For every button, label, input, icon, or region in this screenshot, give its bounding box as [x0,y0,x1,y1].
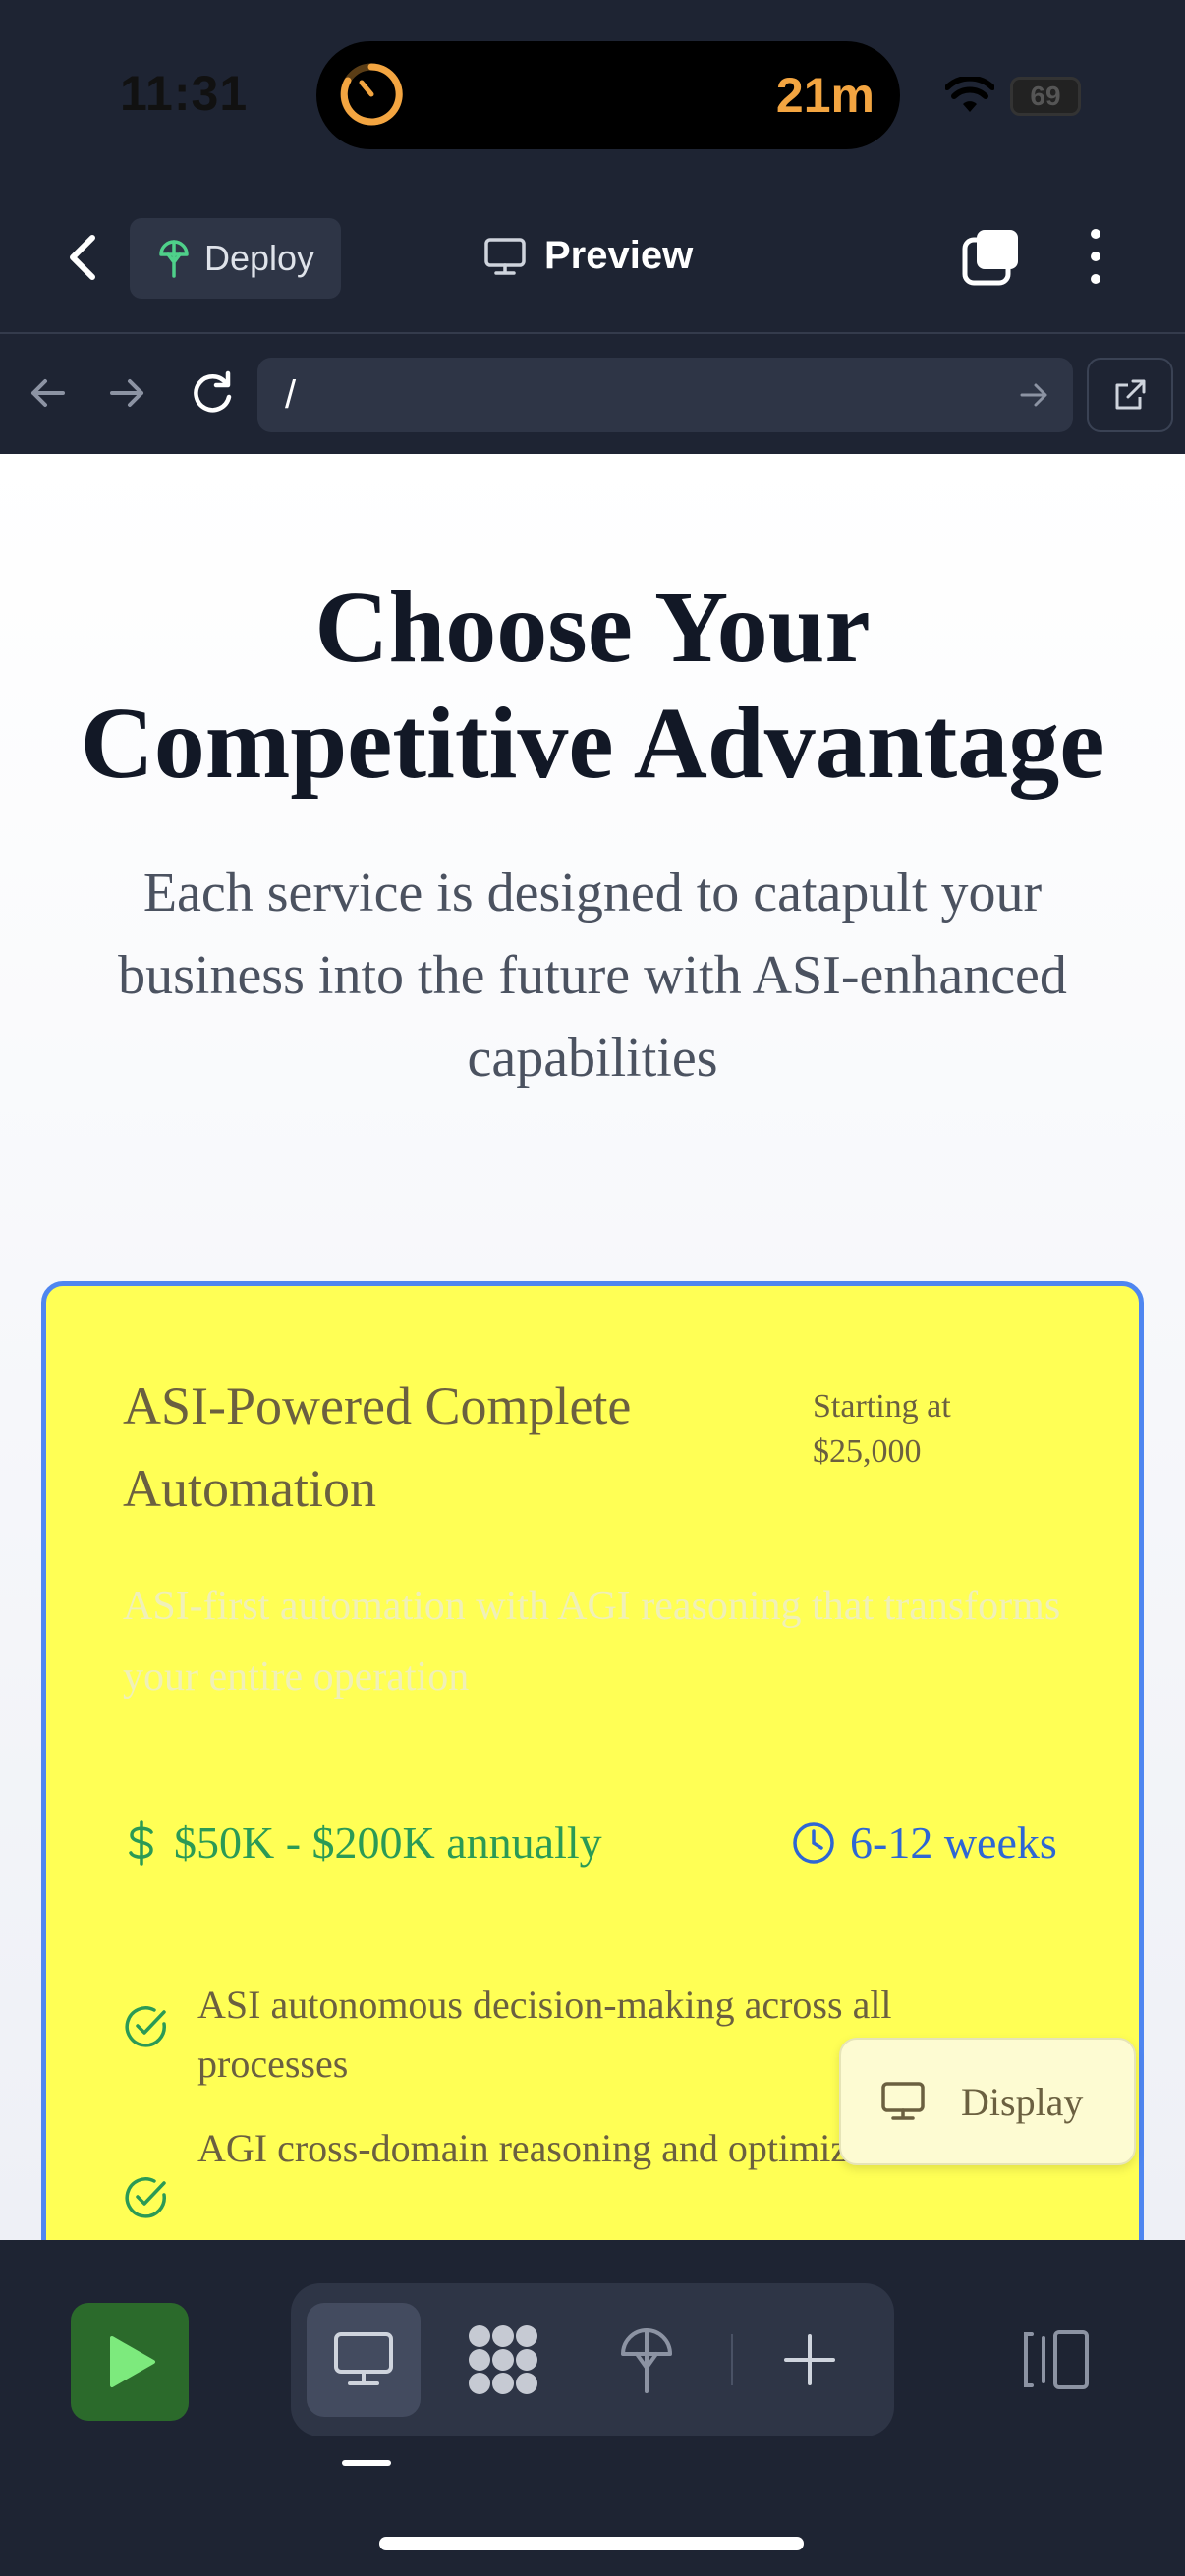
open-external-button[interactable] [1087,358,1173,432]
url-input[interactable]: / [257,358,1073,432]
tool-apps[interactable] [446,2303,560,2417]
external-link-icon [1115,379,1146,410]
arrow-left-icon[interactable] [18,364,77,422]
back-chevron-icon[interactable] [59,228,108,287]
display-label: Display [961,2079,1084,2124]
timeline-text: 6-12 weeks [850,1818,1057,1868]
check-circle-icon [125,2177,166,2218]
deploy-icon [159,240,189,278]
deploy-label: Deploy [204,238,315,278]
bottom-toolbar [0,2240,1185,2576]
monitor-icon [484,237,526,275]
card-roi: $50K - $200K annually [127,1817,602,1869]
feature-text: AGI cross-domain reasoning and optimizat… [198,2126,928,2170]
check-circle-icon [125,2006,166,2047]
more-vertical-icon[interactable] [1081,226,1110,287]
go-arrow-icon[interactable] [1016,377,1051,413]
battery-level: 69 [1030,81,1061,111]
tool-separator [731,2334,733,2385]
play-icon [110,2336,155,2387]
preview-label: Preview [544,234,694,277]
card-timeline: 6-12 weeks [791,1817,1057,1869]
hero-subtitle: Each service is designed to catapult you… [118,863,1067,1089]
wifi-icon [945,77,994,112]
tool-deploy[interactable] [590,2303,704,2417]
hero-title: Choose Your Competitive Advantage [0,570,1185,802]
arrow-right-icon[interactable] [98,364,157,422]
deploy-button[interactable]: Deploy [130,218,341,299]
apps-icon [469,2325,537,2394]
browser-nav-bar: / [0,334,1185,452]
home-indicator[interactable] [379,2537,804,2550]
tool-add[interactable] [753,2303,867,2417]
url-text: / [285,373,297,417]
dynamic-island[interactable]: 21m [316,41,900,149]
active-tab-indicator [342,2460,391,2466]
hero-title-line2: Competitive Advantage [80,687,1105,800]
price-value: $25,000 [813,1433,922,1470]
side-panel-icon[interactable] [1018,2328,1093,2391]
hero-title-line1: Choose Your [314,571,871,684]
card-title: ASI-Powered Complete Automation [123,1376,632,1518]
status-bar: 11:31 21m 69 [0,0,1185,192]
timer-ring-icon [340,63,403,126]
run-button[interactable] [71,2303,189,2421]
monitor-icon [881,2082,925,2120]
add-icon [784,2334,835,2385]
display-toggle-chip[interactable]: Display [839,2038,1136,2165]
battery-indicator: 69 [1010,77,1081,116]
dollar-icon [129,1820,153,1866]
clock-icon [793,1821,834,1864]
price-prefix: Starting at [813,1388,951,1425]
reload-icon[interactable] [183,364,242,422]
preview-tab-title: Preview [483,234,693,278]
timer-text: 21m [775,68,875,123]
status-time: 11:31 [120,66,249,121]
deploy-icon [621,2328,672,2393]
tabs-icon[interactable] [961,226,1022,287]
tool-group [291,2283,894,2436]
roi-text: $50K - $200K annually [174,1818,602,1868]
monitor-icon [334,2332,393,2385]
tool-preview[interactable] [307,2303,421,2417]
preview-webview: Choose Your Competitive Advantage Each s… [0,454,1185,2240]
card-price: Starting at $25,000 [813,1384,1068,1475]
app-toolbar: Deploy Preview [0,196,1185,334]
card-description: ASI-first automation with AGI reasoning … [123,1584,1061,1700]
